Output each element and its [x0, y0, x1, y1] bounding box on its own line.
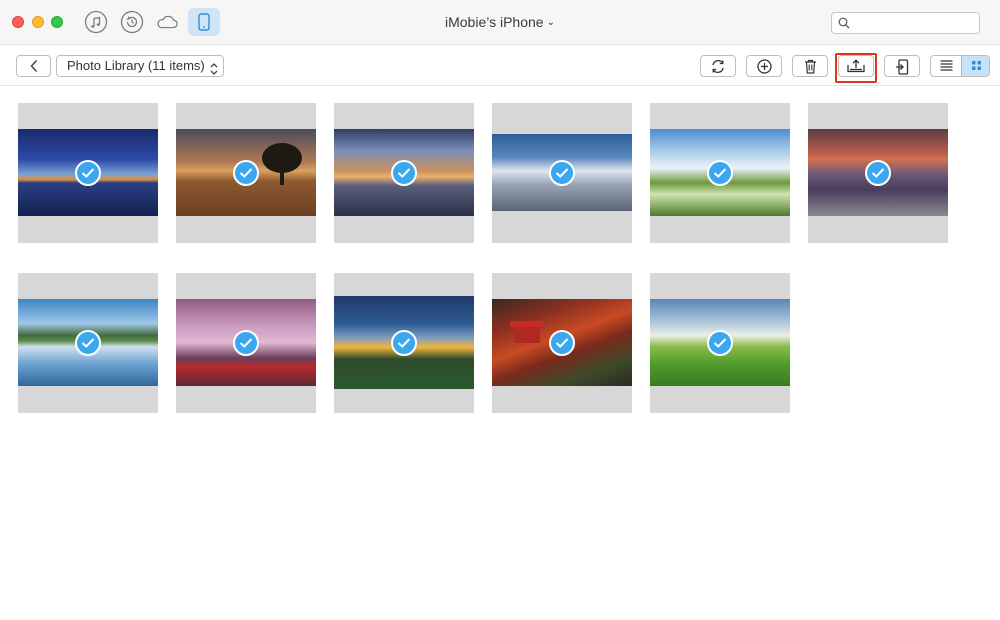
selected-check-icon[interactable] — [707, 160, 733, 186]
send-to-device-icon — [896, 59, 909, 75]
photo-tile[interactable] — [18, 103, 158, 243]
delete-button[interactable] — [792, 55, 828, 77]
device-title-text: iMobie’s iPhone — [445, 14, 544, 30]
photo-tile[interactable] — [492, 103, 632, 243]
add-icon — [756, 59, 772, 74]
grid-view-icon — [971, 61, 981, 70]
title-bar: iMobie’s iPhone ⌄ — [0, 0, 1000, 45]
send-to-device-button[interactable] — [884, 55, 920, 77]
export-highlight-box — [835, 53, 877, 83]
selected-check-icon[interactable] — [707, 330, 733, 356]
library-select[interactable]: Photo Library (11 items) — [56, 55, 224, 77]
selected-check-icon[interactable] — [549, 330, 575, 356]
library-select-label: Photo Library (11 items) — [67, 58, 205, 73]
trash-icon — [804, 59, 816, 74]
app-window: iMobie’s iPhone ⌄ Photo Library (11 items… — [0, 0, 1000, 620]
add-button[interactable] — [746, 55, 782, 77]
back-button[interactable] — [16, 55, 51, 77]
selected-check-icon[interactable] — [75, 160, 101, 186]
toolbar: Photo Library (11 items) — [0, 46, 1000, 86]
photo-tile[interactable] — [650, 103, 790, 243]
photo-tile[interactable] — [334, 273, 474, 413]
selected-check-icon[interactable] — [391, 160, 417, 186]
refresh-icon — [712, 60, 724, 73]
selected-check-icon[interactable] — [865, 160, 891, 186]
view-mode-toggle — [930, 55, 990, 77]
selected-check-icon[interactable] — [233, 330, 259, 356]
photo-tile[interactable] — [334, 103, 474, 243]
photo-tile[interactable] — [18, 273, 158, 413]
photo-tile[interactable] — [176, 273, 316, 413]
selected-check-icon[interactable] — [391, 330, 417, 356]
search-icon — [838, 17, 850, 29]
selected-check-icon[interactable] — [75, 330, 101, 356]
refresh-button[interactable] — [700, 55, 736, 77]
chevron-down-icon: ⌄ — [546, 17, 555, 28]
photo-grid — [0, 86, 1000, 620]
photo-tile[interactable] — [650, 273, 790, 413]
list-view-icon — [940, 60, 952, 71]
photo-tile[interactable] — [808, 103, 948, 243]
updown-chevron-icon — [210, 63, 218, 75]
selected-check-icon[interactable] — [233, 160, 259, 186]
photo-tile[interactable] — [492, 273, 632, 413]
selected-check-icon[interactable] — [549, 160, 575, 186]
grid-view-button[interactable] — [961, 56, 989, 76]
search-input[interactable] — [831, 12, 980, 34]
back-icon — [29, 59, 37, 73]
photo-tile[interactable] — [176, 103, 316, 243]
list-view-button[interactable] — [931, 56, 961, 76]
